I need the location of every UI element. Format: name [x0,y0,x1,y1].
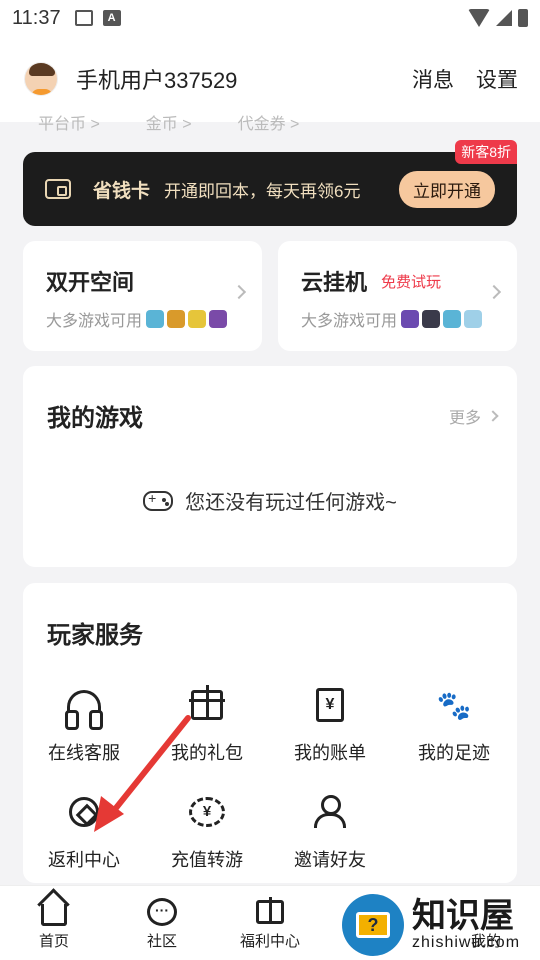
image-notification-icon [74,10,93,26]
watermark-en: zhishiwu.com [412,934,521,951]
bill-icon: ¥ [308,683,352,727]
footprint-icon: 🐾 [436,689,472,721]
wallet-icon [45,179,71,199]
gamepad-icon [143,490,174,511]
dual-space-subtitle: 大多游戏可用 [46,313,143,330]
service-label: 我的账单 [294,743,366,763]
nav-label: 福利中心 [239,933,300,950]
avatar[interactable] [24,62,58,96]
currency-tabs: 平台币 > 金币 > 代金券 > [0,114,540,136]
service-label: 在线客服 [48,743,120,763]
cloud-hosting-title-row: 云挂机 免费试玩 [301,265,517,297]
username[interactable]: 手机用户337529 [76,63,237,95]
home-icon [39,898,69,926]
dual-space-title: 双开空间 [46,270,135,295]
game-thumbnails [146,310,228,328]
empty-games-state: 您还没有玩过任何游戏~ [23,486,517,515]
nav-community[interactable]: ··· 社区 [108,886,216,960]
nav-label: 首页 [38,933,69,950]
service-my-bills[interactable]: ¥ 我的账单 [275,683,385,765]
more-label: 更多 [448,410,481,427]
service-invite-friends[interactable]: 邀请好友 [275,790,385,872]
cloud-hosting-subtitle-row: 大多游戏可用 [301,307,517,331]
voucher-link[interactable]: 代金券 > [238,114,300,136]
empty-games-text: 您还没有玩过任何游戏~ [185,492,397,514]
dual-space-card[interactable]: 双开空间 大多游戏可用 [23,241,262,351]
chevron-right-icon [487,410,499,422]
savings-card-description: 开通即回本，每天再领6元 [164,181,361,201]
watermark: ? 知识屋 zhishiwu.com [342,890,540,960]
my-games-title: 我的游戏 [47,405,143,432]
service-label: 充值转游 [171,850,243,870]
gift-icon [255,897,285,926]
dual-space-subtitle-row: 大多游戏可用 [46,307,262,331]
status-time: 11:37 [12,6,61,29]
service-my-gifts[interactable]: 我的礼包 [152,683,262,765]
player-services-title: 玩家服务 [47,622,143,649]
header-actions: 消息 设置 [412,64,518,94]
player-services-card: 玩家服务 在线客服 我的礼包 ¥ 我的账单 🐾 我的足迹 返利中心 ¥ 充值转游… [23,583,517,883]
game-thumbnail [188,310,207,328]
service-online-support[interactable]: 在线客服 [29,683,139,765]
game-thumbnail [401,310,420,328]
game-thumbnail [167,310,186,328]
community-icon: ··· [147,898,177,926]
service-rebate-center[interactable]: 返利中心 [29,790,139,872]
game-thumbnail [443,310,462,328]
service-label: 邀请好友 [294,850,366,870]
gold-coin-link[interactable]: 金币 > [146,114,192,136]
nav-label: 社区 [146,933,177,950]
status-notifications: A [74,10,121,26]
settings-link[interactable]: 设置 [476,64,518,94]
invite-friends-icon [308,790,352,834]
nav-home[interactable]: 首页 [0,886,108,960]
more-games-link[interactable]: 更多 [448,404,499,428]
watermark-text: 知识屋 zhishiwu.com [412,898,520,952]
status-bar: 11:37 A [0,0,540,36]
cloud-hosting-card[interactable]: 云挂机 免费试玩 大多游戏可用 [278,241,517,351]
game-thumbnails [401,310,483,328]
cloud-hosting-subtitle: 大多游戏可用 [301,313,398,330]
headset-icon [62,683,106,730]
watermark-cn: 知识屋 [412,897,514,935]
game-thumbnail [209,310,228,328]
free-trial-tag: 免费试玩 [381,273,442,291]
my-games-card: 我的游戏 更多 您还没有玩过任何游戏~ [23,366,517,567]
recharge-transfer-icon: ¥ [185,790,229,834]
savings-card-title: 省钱卡 [93,180,151,202]
cloud-hosting-title: 云挂机 [301,270,368,295]
activate-button[interactable]: 立即开通 [399,170,495,208]
game-thumbnail [146,310,165,328]
gift-icon [185,683,229,727]
service-label: 我的足迹 [418,743,490,763]
game-thumbnail [422,310,441,328]
service-label: 我的礼包 [171,743,243,763]
rebate-icon [62,790,106,834]
new-user-discount-badge: 新客8折 [455,140,517,164]
wifi-icon [468,9,490,27]
battery-icon [518,9,528,27]
status-indicators [468,9,528,27]
app-notification-icon: A [102,10,121,26]
service-my-footprints[interactable]: 🐾 我的足迹 [399,683,509,765]
platform-coin-link[interactable]: 平台币 > [38,114,100,136]
profile-header: 手机用户337529 消息 设置 [0,36,540,122]
game-thumbnail [464,310,483,328]
service-recharge-transfer[interactable]: ¥ 充值转游 [152,790,262,872]
watermark-logo-icon: ? [342,894,404,956]
signal-icon [496,10,512,26]
messages-link[interactable]: 消息 [412,64,454,94]
savings-card-banner[interactable]: 省钱卡 开通即回本，每天再领6元 立即开通 新客8折 [23,140,517,226]
service-label: 返利中心 [48,850,120,870]
nav-welfare-center[interactable]: 福利中心 [216,886,324,960]
